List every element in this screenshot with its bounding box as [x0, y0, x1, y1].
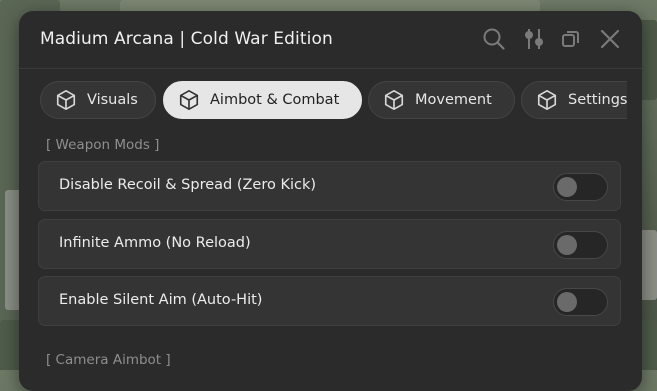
window-title: Madium Arcana | Cold War Edition [40, 29, 333, 49]
option-label: Infinite Ammo (No Reload) [59, 235, 251, 251]
option-label: Enable Silent Aim (Auto-Hit) [59, 292, 263, 308]
toggle-knob [557, 177, 577, 197]
option-row-silent-aim: Enable Silent Aim (Auto-Hit) [38, 276, 621, 326]
mod-menu-window: Madium Arcana | Cold War Edition Visuals… [19, 11, 642, 391]
toggle-knob [557, 292, 577, 312]
tab-bar: Visuals Aimbot & Combat Movement Setting… [40, 81, 627, 121]
toggle-knob [557, 235, 577, 255]
option-row-disable-recoil: Disable Recoil & Spread (Zero Kick) [38, 161, 621, 211]
title-bar[interactable]: Madium Arcana | Cold War Edition [19, 11, 642, 69]
cube-icon [56, 90, 76, 110]
section-heading-weapon-mods: [ Weapon Mods ] [46, 137, 160, 153]
tab-movement[interactable]: Movement [368, 81, 515, 119]
option-row-infinite-ammo: Infinite Ammo (No Reload) [38, 219, 621, 269]
option-label: Disable Recoil & Spread (Zero Kick) [59, 177, 317, 193]
search-icon[interactable] [482, 27, 506, 51]
restore-icon[interactable] [559, 27, 583, 51]
tab-visuals[interactable]: Visuals [40, 81, 156, 119]
tab-label: Movement [415, 92, 492, 108]
cube-icon [537, 90, 557, 110]
tab-aimbot-combat[interactable]: Aimbot & Combat [163, 81, 362, 119]
tab-settings[interactable]: Settings [521, 81, 627, 119]
tab-label: Settings [568, 92, 627, 108]
toggle-switch[interactable] [553, 173, 608, 201]
toggle-switch[interactable] [553, 231, 608, 259]
sliders-icon[interactable] [522, 27, 546, 51]
section-heading-camera-aimbot: [ Camera Aimbot ] [46, 352, 171, 368]
tab-label: Visuals [87, 92, 138, 108]
tab-label: Aimbot & Combat [210, 92, 340, 108]
cube-icon [384, 90, 404, 110]
close-icon[interactable] [598, 27, 622, 51]
toggle-switch[interactable] [553, 288, 608, 316]
cube-icon [179, 90, 199, 110]
